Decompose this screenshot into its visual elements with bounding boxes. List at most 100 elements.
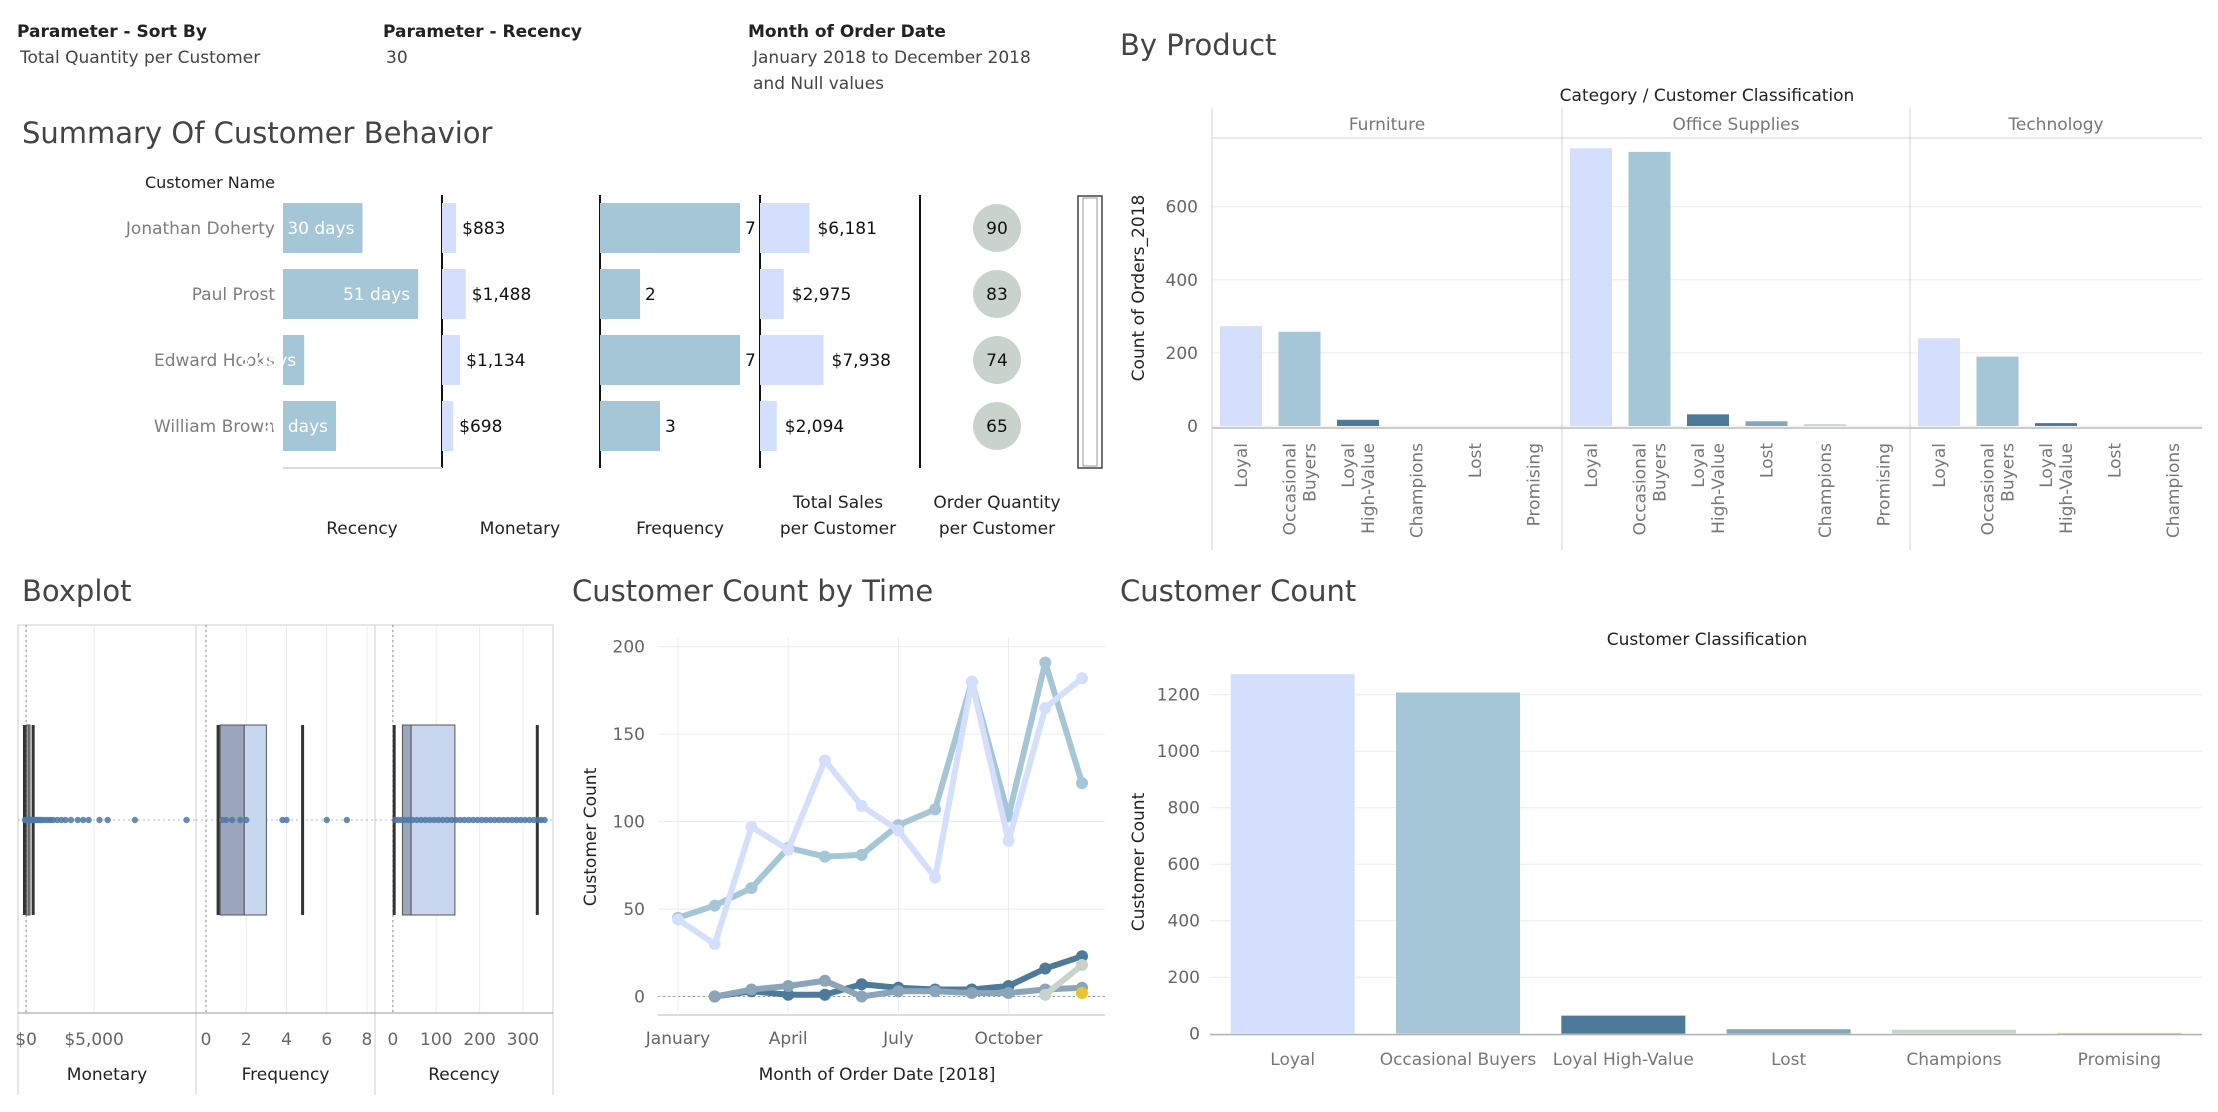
series-point <box>1076 777 1088 790</box>
bar <box>1726 1029 1851 1034</box>
column-header: Total Sales <box>792 493 883 513</box>
x-tick-label: Promising <box>1875 443 1895 526</box>
monetary-label: $883 <box>462 219 505 239</box>
data-point <box>283 816 290 824</box>
panel-label: Monetary <box>67 1065 147 1085</box>
series-point <box>929 871 942 884</box>
x-tick-label: 8 <box>362 1030 373 1050</box>
data-point <box>96 816 103 824</box>
bar <box>1628 151 1671 427</box>
data-point <box>237 816 244 824</box>
count-time-chart: 0 50 100 150 200 January April July October Custo… <box>581 638 1105 1085</box>
y-tick-label: 600 <box>1166 198 1198 218</box>
series-point <box>1039 656 1052 669</box>
quantity-label: 90 <box>986 219 1008 239</box>
chart-title: Category / Customer Classification <box>1560 86 1855 106</box>
scrollbar-thumb <box>1082 197 1098 467</box>
x-tick-label: 2 <box>241 1030 252 1050</box>
x-tick-label: 0 <box>387 1030 398 1050</box>
y-tick-label: 1200 <box>1157 686 1200 706</box>
y-tick-label: 1000 <box>1157 742 1200 762</box>
x-tick-label: April <box>769 1029 808 1049</box>
series-point <box>818 974 831 987</box>
series-point <box>818 754 831 767</box>
x-tick-label: Buyers <box>1651 443 1671 502</box>
x-tick-label: Champions <box>2164 443 2184 538</box>
monetary-label: $1,488 <box>472 285 531 305</box>
panel-header: Office Supplies <box>1673 115 1800 135</box>
x-tick-label: October <box>975 1029 1043 1049</box>
sales-label: $7,938 <box>832 351 891 371</box>
series-point <box>672 913 684 926</box>
monetary-bar <box>442 269 466 319</box>
y-tick-label: 200 <box>1168 968 1200 988</box>
customer-count-chart: Customer Classification Customer Count 0 20… <box>1129 630 2202 1070</box>
data-point <box>243 816 250 824</box>
x-tick-label: Lost <box>1771 1050 1806 1070</box>
x-tick-label: Champions <box>1408 443 1428 538</box>
column-header: Order Quantity <box>933 493 1060 513</box>
customer-name: Paul Prost <box>192 285 276 305</box>
bar <box>1396 692 1520 1034</box>
series-point <box>818 850 831 863</box>
monetary-label: $1,134 <box>466 351 525 371</box>
y-tick-label: 0 <box>1189 1025 1200 1045</box>
x-tick-label: Lost <box>1758 443 1778 478</box>
bar <box>1892 1029 2016 1034</box>
data-point <box>228 816 236 824</box>
x-tick-label: Occasional Buyers <box>1380 1050 1537 1070</box>
bar <box>1745 421 1788 427</box>
bar <box>2057 1032 2182 1034</box>
series-point <box>708 990 721 1003</box>
x-tick-label: July <box>882 1029 914 1049</box>
series-point <box>855 990 868 1003</box>
series-point <box>745 983 758 996</box>
series-point <box>929 985 942 998</box>
y-tick-label: 0 <box>634 988 645 1008</box>
chart-title: Customer Classification <box>1607 630 1807 650</box>
bar <box>1278 331 1321 427</box>
boxplot-chart: $0 $5,000 Monetary 0 2 4 6 8 Frequency 0 100 200 300… <box>15 624 554 1095</box>
x-tick-label: Buyers <box>1301 443 1321 502</box>
bar <box>1918 338 1960 427</box>
x-tick-label: 300 <box>507 1030 539 1050</box>
recency-label: 8 days <box>240 351 296 371</box>
data-point <box>183 816 190 824</box>
y-tick-label: 150 <box>613 725 645 745</box>
sales-bar <box>760 269 784 319</box>
x-tick-label: Lost <box>2106 443 2126 478</box>
x-tick-label: January <box>645 1029 710 1049</box>
sales-label: $2,094 <box>785 417 844 437</box>
frequency-label: 2 <box>645 285 656 305</box>
bar <box>1337 419 1379 427</box>
recency-label: 20 days <box>261 417 328 437</box>
x-tick-label: 0 <box>201 1030 212 1050</box>
frequency-bar <box>600 401 660 451</box>
data-point <box>104 816 111 824</box>
x-tick-label: High-Value <box>1709 443 1729 534</box>
series-point <box>1039 701 1052 714</box>
frequency-bar <box>600 335 740 385</box>
data-point <box>541 816 548 824</box>
bar <box>1976 356 2019 427</box>
series-point <box>929 803 942 816</box>
x-tick-label: Occasional <box>1281 443 1301 535</box>
y-tick-label: 200 <box>613 638 645 658</box>
series-point <box>708 899 721 912</box>
panel-header: Furniture <box>1349 115 1425 135</box>
panel-label: Frequency <box>242 1065 330 1085</box>
series-point <box>1076 672 1088 685</box>
by-product-chart: Category / Customer Classification Count … <box>1129 86 2202 550</box>
data-point <box>67 816 75 824</box>
monetary-bar <box>442 203 457 253</box>
quantity-label: 83 <box>986 285 1008 305</box>
series-point <box>1039 988 1052 1001</box>
x-tick-label: 6 <box>321 1030 332 1050</box>
series-line <box>675 675 1085 948</box>
sales-bar <box>760 335 824 385</box>
panel-header: Technology <box>2007 115 2103 135</box>
y-axis-label: Count of Orders_2018 <box>1129 195 1149 382</box>
y-tick-label: 400 <box>1166 271 1198 291</box>
bar <box>1687 414 1729 427</box>
frequency-label: 7 <box>745 219 756 239</box>
